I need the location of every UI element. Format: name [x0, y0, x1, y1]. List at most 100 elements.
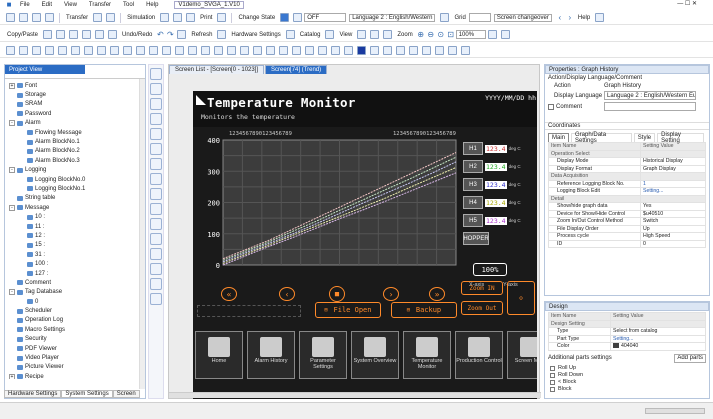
simulation-icon[interactable]: [160, 13, 170, 22]
series-row[interactable]: H2 123.4 deg C: [463, 159, 537, 174]
tree-item[interactable]: 11 :: [9, 222, 145, 231]
group-icon[interactable]: [136, 46, 145, 55]
tree-item[interactable]: 10 :: [9, 212, 145, 221]
align-top-icon[interactable]: [45, 46, 54, 55]
scroll-fast-right-button[interactable]: »: [429, 287, 445, 301]
line-tool-icon[interactable]: [150, 218, 162, 230]
distribute-h-icon[interactable]: [84, 46, 93, 55]
property-row[interactable]: Data Acquisition: [548, 172, 706, 181]
comment-input[interactable]: [604, 102, 696, 111]
series-label[interactable]: H5: [463, 214, 483, 227]
same-height-icon[interactable]: [123, 46, 132, 55]
property-tab[interactable]: Main: [548, 133, 570, 142]
rect-tool-icon[interactable]: [150, 248, 162, 260]
screen-changeover-button[interactable]: Screen changeover: [493, 13, 552, 22]
text-align-center-icon[interactable]: [448, 46, 457, 55]
tree-item[interactable]: Video Player: [9, 353, 145, 362]
tree-item[interactable]: String table: [9, 194, 145, 203]
tab-hardware-settings[interactable]: Hardware Settings: [4, 390, 62, 398]
line-style-icon[interactable]: [383, 46, 392, 55]
menu-help[interactable]: Help: [146, 2, 158, 8]
tree-item[interactable]: Flowing Message: [9, 128, 145, 137]
hardware-settings-button[interactable]: Hardware Settings: [231, 32, 280, 38]
expand-toggle-icon[interactable]: -: [9, 204, 15, 211]
property-row[interactable]: Show/hide graph data Yes: [548, 202, 706, 211]
tree-item[interactable]: 12 :: [9, 231, 145, 240]
add-parts-button[interactable]: Add parts: [674, 353, 706, 363]
language-icon[interactable]: [440, 13, 450, 22]
tree-item[interactable]: Logging BlockNo.1: [9, 184, 145, 193]
tree-item[interactable]: SRAM: [9, 100, 145, 109]
tree-item[interactable]: Scheduler: [9, 306, 145, 315]
image-icon[interactable]: [305, 46, 314, 55]
tree-item[interactable]: 0: [9, 297, 145, 306]
hw2-icon[interactable]: [285, 30, 295, 39]
help-button[interactable]: Help: [578, 15, 590, 21]
italic-icon[interactable]: [409, 46, 418, 55]
front-icon[interactable]: [162, 46, 171, 55]
series-row[interactable]: HOPPER: [463, 231, 537, 246]
tab-screen-list[interactable]: Screen List - [Screen[0 - 1023]]: [169, 65, 265, 74]
text-icon[interactable]: [292, 46, 301, 55]
tree-item[interactable]: Operation Log: [9, 316, 145, 325]
hw-settings-icon[interactable]: [217, 30, 227, 39]
tab-screen-trend[interactable]: Screen[74] (Trend): [265, 65, 328, 74]
stop-button[interactable]: ■: [329, 286, 345, 302]
property-row[interactable]: Process cycle High Speed: [548, 232, 706, 241]
back-icon[interactable]: [175, 46, 184, 55]
lamp-tool-icon[interactable]: [150, 83, 162, 95]
rect-icon[interactable]: [240, 46, 249, 55]
tree-item[interactable]: - Logging: [9, 166, 145, 175]
series-row[interactable]: H5 123.4 deg C: [463, 213, 537, 228]
table-icon[interactable]: [318, 46, 327, 55]
tree-item[interactable]: Comment: [9, 278, 145, 287]
nav-button[interactable]: Parameter Settings: [299, 331, 347, 379]
comment-checkbox[interactable]: [548, 103, 554, 110]
property-tab[interactable]: Style: [633, 133, 656, 142]
simulation2-icon[interactable]: [173, 13, 183, 22]
help-icon[interactable]: [595, 13, 605, 22]
zoom-extra-button[interactable]: ⊙: [507, 281, 535, 315]
zoom-misc-icon[interactable]: [487, 30, 497, 39]
circle-tool-icon[interactable]: [150, 263, 162, 275]
property-row[interactable]: Device for Show/Hide Control $u40510: [548, 209, 706, 218]
cut-icon[interactable]: [56, 30, 66, 39]
tree-item[interactable]: - Tag Database: [9, 288, 145, 297]
zoom-in-button[interactable]: Zoom IN: [461, 281, 503, 295]
menu-file[interactable]: File: [20, 2, 30, 8]
tree-item[interactable]: 15 :: [9, 241, 145, 250]
tree-item[interactable]: 31 :: [9, 250, 145, 259]
zoom-fit-icon[interactable]: ⊙: [436, 30, 446, 40]
tree-item[interactable]: Alarm BlockNo.2: [9, 147, 145, 156]
display-language-select[interactable]: Language 2 : English/Western Eur: [604, 91, 696, 100]
editor-h-scrollbar[interactable]: [169, 392, 541, 398]
simulation-button[interactable]: Simulation: [127, 15, 155, 21]
circle-icon[interactable]: [253, 46, 262, 55]
property-row[interactable]: Display Format Graph Display: [548, 164, 706, 173]
zoom-select[interactable]: 100%: [455, 30, 486, 39]
scroll-fast-left-button[interactable]: «: [221, 287, 237, 301]
rotate-icon[interactable]: [188, 46, 197, 55]
state-on-icon[interactable]: [280, 13, 290, 22]
arc-icon[interactable]: [279, 46, 288, 55]
align-left-icon[interactable]: [6, 46, 15, 55]
print2-icon[interactable]: [217, 13, 227, 22]
grid-select[interactable]: [468, 13, 491, 22]
design-row[interactable]: Type Select from catalog: [548, 327, 706, 336]
refresh-button[interactable]: Refresh: [191, 32, 212, 38]
lock-icon[interactable]: [214, 46, 223, 55]
property-value[interactable]: 0: [640, 239, 706, 248]
tree-item[interactable]: 127 :: [9, 269, 145, 278]
part-checkbox[interactable]: [550, 379, 555, 385]
design-row[interactable]: Color 404040: [548, 342, 706, 351]
part-checkbox[interactable]: [550, 365, 555, 371]
property-value[interactable]: [640, 194, 706, 203]
font-icon[interactable]: [422, 46, 431, 55]
file-open-button[interactable]: ▤ File Open: [315, 302, 381, 318]
expand-toggle-icon[interactable]: +: [9, 82, 15, 89]
percent-button[interactable]: 100%: [473, 263, 507, 276]
series-label[interactable]: H1: [463, 142, 483, 155]
part-checkbox[interactable]: [550, 372, 555, 378]
redo-icon[interactable]: ↷: [165, 30, 175, 40]
line-color-icon[interactable]: [370, 46, 379, 55]
